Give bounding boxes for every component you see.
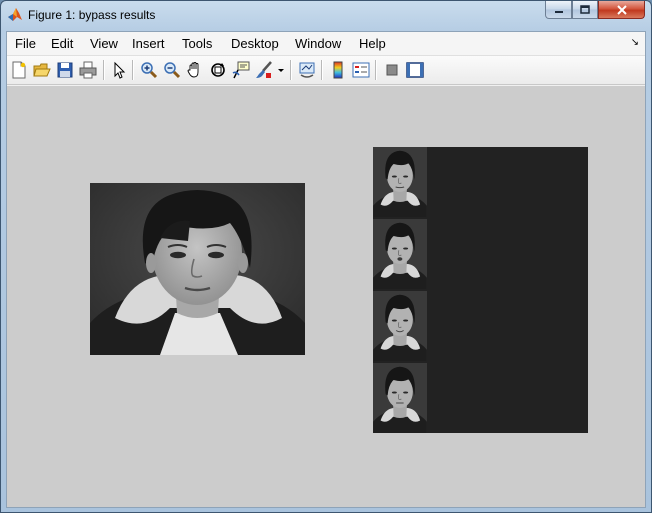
figure-canvas xyxy=(7,86,645,507)
montage-tile[interactable] xyxy=(373,291,427,361)
montage-tile[interactable] xyxy=(373,219,427,289)
toolbar-separator xyxy=(290,60,292,80)
pan-button[interactable] xyxy=(186,61,204,79)
menu-bar: File Edit View Insert Tools Desktop Wind… xyxy=(7,32,645,56)
brush-dropdown-button[interactable] xyxy=(277,61,285,79)
minimize-icon xyxy=(554,10,563,13)
print-button[interactable] xyxy=(79,61,97,79)
link-plot-button[interactable] xyxy=(298,61,316,79)
open-file-button[interactable] xyxy=(33,61,51,79)
caption-buttons xyxy=(545,1,645,21)
toolbar-separator xyxy=(103,60,105,80)
zoom-in-icon xyxy=(141,62,158,79)
client-area: File Edit View Insert Tools Desktop Wind… xyxy=(6,31,646,508)
pan-hand-icon xyxy=(187,62,199,78)
menu-view[interactable]: View xyxy=(90,36,118,51)
data-cursor-icon xyxy=(232,61,250,79)
figure-toolbar xyxy=(7,56,645,85)
minimize-button[interactable] xyxy=(545,1,572,19)
face-image[interactable] xyxy=(90,183,305,355)
new-figure-button[interactable] xyxy=(10,61,28,79)
menu-insert[interactable]: Insert xyxy=(132,36,165,51)
close-button[interactable] xyxy=(598,1,645,19)
insert-legend-icon xyxy=(352,62,370,78)
brush-button[interactable] xyxy=(255,61,273,79)
show-plot-tools-icon xyxy=(406,62,424,78)
close-icon xyxy=(616,4,627,15)
toolbar-separator xyxy=(375,60,377,80)
rotate-3d-icon xyxy=(211,63,225,77)
zoom-in-button[interactable] xyxy=(140,61,158,79)
new-figure-icon xyxy=(12,61,26,79)
maximize-button[interactable] xyxy=(572,1,598,19)
zoom-out-icon xyxy=(164,62,181,79)
zoom-out-button[interactable] xyxy=(163,61,181,79)
print-icon xyxy=(79,61,97,79)
brush-icon xyxy=(256,61,272,78)
menu-file[interactable]: File xyxy=(15,36,36,51)
toolbar-separator xyxy=(321,60,323,80)
rotate-3d-button[interactable] xyxy=(209,61,227,79)
face-montage[interactable] xyxy=(373,147,588,433)
maximize-icon xyxy=(580,4,590,14)
matlab-icon xyxy=(7,7,23,23)
dock-arrow-icon[interactable]: ↘ xyxy=(631,37,639,48)
hide-plot-tools-icon xyxy=(386,64,398,76)
edit-plot-arrow-icon xyxy=(114,61,126,79)
figure-window: Figure 1: bypass results File Edit View … xyxy=(0,0,652,513)
brush-dropdown-icon xyxy=(278,69,284,72)
open-file-icon xyxy=(33,63,51,77)
insert-colorbar-button[interactable] xyxy=(329,61,347,79)
montage-tile[interactable] xyxy=(373,147,427,217)
insert-legend-button[interactable] xyxy=(352,61,370,79)
insert-colorbar-icon xyxy=(333,61,343,79)
toolbar-separator xyxy=(132,60,134,80)
menu-help[interactable]: Help xyxy=(359,36,386,51)
link-plot-icon xyxy=(299,62,315,78)
title-bar[interactable]: Figure 1: bypass results xyxy=(1,1,651,31)
menu-desktop[interactable]: Desktop xyxy=(231,36,279,51)
show-plot-tools-button[interactable] xyxy=(406,61,424,79)
montage-tile[interactable] xyxy=(373,363,427,433)
hide-plot-tools-button[interactable] xyxy=(383,61,401,79)
menu-edit[interactable]: Edit xyxy=(51,36,73,51)
data-cursor-button[interactable] xyxy=(232,61,250,79)
edit-plot-button[interactable] xyxy=(110,61,128,79)
menu-window[interactable]: Window xyxy=(295,36,341,51)
save-button[interactable] xyxy=(56,61,74,79)
menu-tools[interactable]: Tools xyxy=(182,36,212,51)
save-icon xyxy=(57,62,73,78)
window-title: Figure 1: bypass results xyxy=(28,8,156,22)
